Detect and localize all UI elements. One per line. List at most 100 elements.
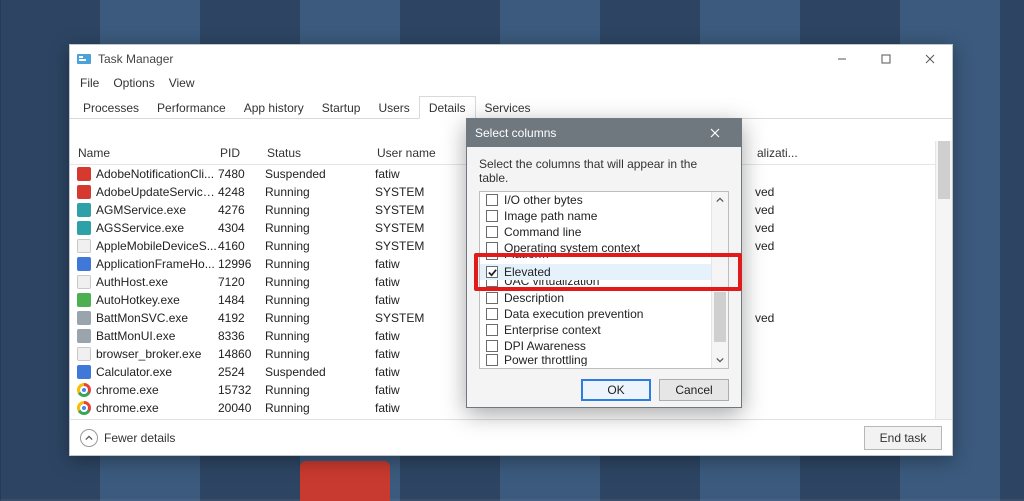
process-user: fatiw bbox=[375, 257, 470, 271]
tab-performance[interactable]: Performance bbox=[148, 97, 235, 118]
minimize-button[interactable] bbox=[820, 45, 864, 73]
task-manager-icon bbox=[76, 51, 92, 67]
checkbox-unchecked-icon[interactable] bbox=[486, 280, 498, 287]
col-extra[interactable]: alizati... bbox=[757, 146, 809, 160]
checkbox-unchecked-icon[interactable] bbox=[486, 210, 498, 222]
option-label: UAC virtualization bbox=[504, 280, 728, 288]
menu-view[interactable]: View bbox=[169, 76, 195, 90]
checkbox-unchecked-icon[interactable] bbox=[486, 324, 498, 336]
tab-processes[interactable]: Processes bbox=[74, 97, 148, 118]
tab-users[interactable]: Users bbox=[369, 97, 418, 118]
process-icon bbox=[76, 220, 92, 236]
option-label: Platform bbox=[504, 256, 728, 261]
fewer-details-label: Fewer details bbox=[104, 431, 175, 445]
menubar: File Options View bbox=[70, 73, 952, 93]
process-user: fatiw bbox=[375, 275, 470, 289]
option-elevated[interactable]: Elevated bbox=[480, 264, 728, 280]
dialog-titlebar[interactable]: Select columns bbox=[467, 119, 741, 147]
cancel-button[interactable]: Cancel bbox=[659, 379, 729, 401]
dialog-message: Select the columns that will appear in t… bbox=[467, 147, 741, 191]
process-status: Running bbox=[265, 221, 375, 235]
tab-details[interactable]: Details bbox=[419, 96, 476, 119]
process-extra: ved bbox=[755, 221, 815, 235]
option-label: Power throttling bbox=[504, 354, 728, 366]
option-description[interactable]: Description bbox=[480, 290, 728, 306]
select-columns-dialog: Select columns Select the columns that w… bbox=[466, 118, 742, 408]
option-io-other-bytes[interactable]: I/O other bytes bbox=[480, 192, 728, 208]
process-name: AppleMobileDeviceS... bbox=[96, 239, 218, 253]
columns-listbox[interactable]: I/O other bytes Image path name Command … bbox=[479, 191, 729, 369]
process-user: SYSTEM bbox=[375, 311, 470, 325]
process-name: BattMonSVC.exe bbox=[96, 311, 218, 325]
option-data-execution-prevention[interactable]: Data execution prevention bbox=[480, 306, 728, 322]
process-status: Running bbox=[265, 239, 375, 253]
end-task-label: End task bbox=[880, 431, 927, 445]
col-name[interactable]: Name bbox=[78, 146, 220, 160]
end-task-button[interactable]: End task bbox=[864, 426, 942, 450]
checkbox-unchecked-icon[interactable] bbox=[486, 354, 498, 366]
process-status: Running bbox=[265, 203, 375, 217]
dialog-title: Select columns bbox=[475, 126, 556, 140]
option-platform-partial[interactable]: Platform bbox=[480, 256, 728, 264]
process-user: fatiw bbox=[375, 329, 470, 343]
option-enterprise-context[interactable]: Enterprise context bbox=[480, 322, 728, 338]
option-command-line[interactable]: Command line bbox=[480, 224, 728, 240]
process-icon bbox=[76, 238, 92, 254]
process-pid: 2524 bbox=[218, 365, 265, 379]
process-pid: 4304 bbox=[218, 221, 265, 235]
checkbox-unchecked-icon[interactable] bbox=[486, 308, 498, 320]
option-dpi-awareness[interactable]: DPI Awareness bbox=[480, 338, 728, 354]
process-icon bbox=[76, 400, 92, 416]
checkbox-unchecked-icon[interactable] bbox=[486, 194, 498, 206]
scrollbar-thumb[interactable] bbox=[714, 292, 726, 342]
process-name: ApplicationFrameHo... bbox=[96, 257, 218, 271]
process-status: Running bbox=[265, 401, 375, 415]
checkbox-unchecked-icon[interactable] bbox=[486, 226, 498, 238]
titlebar[interactable]: Task Manager bbox=[70, 45, 952, 73]
tab-app-history[interactable]: App history bbox=[235, 97, 313, 118]
process-user: fatiw bbox=[375, 167, 470, 181]
menu-options[interactable]: Options bbox=[113, 76, 154, 90]
option-uac-partial[interactable]: UAC virtualization bbox=[480, 280, 728, 290]
col-pid[interactable]: PID bbox=[220, 146, 267, 160]
process-status: Running bbox=[265, 383, 375, 397]
process-pid: 12996 bbox=[218, 257, 265, 271]
process-pid: 14860 bbox=[218, 347, 265, 361]
tab-services[interactable]: Services bbox=[476, 97, 540, 118]
ok-button[interactable]: OK bbox=[581, 379, 651, 401]
scrollbar-thumb[interactable] bbox=[938, 141, 950, 199]
process-pid: 4192 bbox=[218, 311, 265, 325]
process-user: fatiw bbox=[375, 347, 470, 361]
scroll-up-icon[interactable] bbox=[712, 192, 728, 208]
checkbox-unchecked-icon[interactable] bbox=[486, 292, 498, 304]
process-status: Running bbox=[265, 185, 375, 199]
tab-startup[interactable]: Startup bbox=[313, 97, 370, 118]
process-pid: 8336 bbox=[218, 329, 265, 343]
vertical-scrollbar[interactable] bbox=[935, 141, 952, 419]
checkbox-unchecked-icon[interactable] bbox=[486, 242, 498, 254]
dialog-buttons: OK Cancel bbox=[467, 369, 741, 401]
maximize-button[interactable] bbox=[864, 45, 908, 73]
col-user[interactable]: User name bbox=[377, 146, 472, 160]
option-power-throttling[interactable]: Power throttling bbox=[480, 354, 728, 366]
checkbox-unchecked-icon[interactable] bbox=[486, 340, 498, 352]
process-user: SYSTEM bbox=[375, 203, 470, 217]
chevron-up-icon bbox=[80, 429, 98, 447]
listbox-scrollbar[interactable] bbox=[711, 192, 728, 368]
option-image-path-name[interactable]: Image path name bbox=[480, 208, 728, 224]
process-pid: 4276 bbox=[218, 203, 265, 217]
checkbox-checked-icon[interactable] bbox=[486, 266, 498, 278]
process-name: AGMService.exe bbox=[96, 203, 218, 217]
dialog-close-button[interactable] bbox=[697, 119, 733, 147]
process-name: Calculator.exe bbox=[96, 365, 218, 379]
process-pid: 1484 bbox=[218, 293, 265, 307]
col-status[interactable]: Status bbox=[267, 146, 377, 160]
scroll-down-icon[interactable] bbox=[712, 352, 728, 368]
process-pid: 7120 bbox=[218, 275, 265, 289]
option-operating-system-context[interactable]: Operating system context bbox=[480, 240, 728, 256]
checkbox-unchecked-icon[interactable] bbox=[486, 256, 498, 260]
menu-file[interactable]: File bbox=[80, 76, 99, 90]
process-name: AdobeNotificationCli... bbox=[96, 167, 218, 181]
fewer-details-button[interactable]: Fewer details bbox=[80, 429, 175, 447]
close-button[interactable] bbox=[908, 45, 952, 73]
